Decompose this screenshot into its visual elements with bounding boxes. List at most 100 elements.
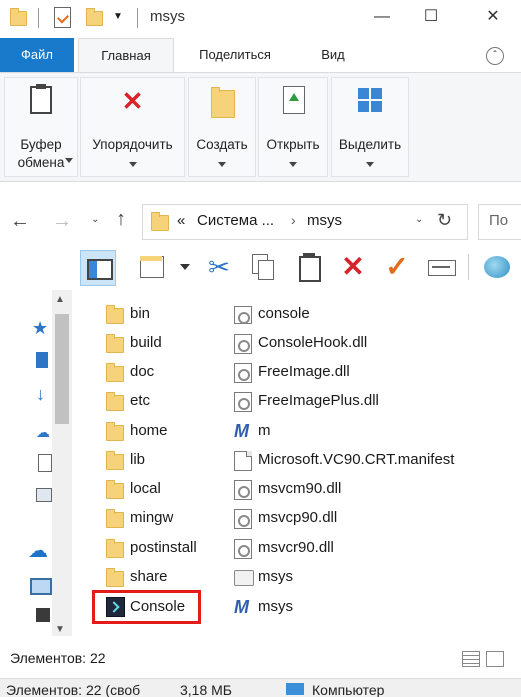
tab-share[interactable]: Поделиться [180,38,290,72]
preview-pane-icon[interactable] [80,250,116,286]
folder-icon [106,568,124,587]
download-arrow-icon[interactable]: ↓ [36,384,45,405]
folder-icon [106,451,124,470]
scrollbar-thumb[interactable] [55,314,69,424]
list-item-file[interactable]: console [234,299,494,328]
item-name: mingw [130,509,174,526]
folder-icon [106,509,124,528]
item-name: Microsoft.VC90.CRT.manifest [258,451,455,468]
list-item-folder[interactable]: bin [106,299,216,328]
item-name: local [130,480,161,497]
tab-file[interactable]: Файл [0,38,74,72]
rename-check-icon[interactable]: ✓ [380,250,414,284]
clipboard-icon [30,84,52,114]
ribbon-tabs: Файл Главная Поделиться Вид ˆ [0,38,521,74]
list-item-folder[interactable]: doc [106,357,216,386]
search-input[interactable]: По [478,204,521,240]
forward-arrow-icon[interactable]: → [52,210,72,233]
list-item-file[interactable]: FreeImage.dll [234,357,494,386]
refresh-icon[interactable]: ↻ [437,210,452,231]
tab-view[interactable]: Вид [300,38,366,72]
maximize-button[interactable]: ☐ [408,0,454,34]
minimize-button[interactable]: — [359,0,405,34]
item-name: FreeImagePlus.dll [258,392,379,409]
computer-icon[interactable] [30,578,52,595]
select-group[interactable]: Выделить [331,77,409,177]
scroll-down-arrow[interactable]: ▼ [55,624,65,635]
folder-icon[interactable] [10,8,27,26]
list-item-file[interactable]: msvcm90.dll [234,474,494,503]
list-item-folder[interactable]: local [106,474,216,503]
tab-home[interactable]: Главная [78,38,174,74]
item-name: msvcr90.dll [258,539,334,556]
list-item-file[interactable]: ConsoleHook.dll [234,328,494,357]
open-group[interactable]: Открыть [258,77,328,177]
list-item-folder[interactable]: share [106,562,216,591]
rename-box-icon[interactable] [424,250,458,284]
computer-icon [286,683,304,695]
chevron-up-icon[interactable]: ˆ [486,47,504,65]
large-icons-view-icon[interactable] [486,651,504,667]
list-item-file[interactable]: msys [234,562,494,591]
folder-icon [106,480,124,499]
item-name: console [258,305,310,322]
list-item-file[interactable]: msvcp90.dll [234,503,494,532]
up-arrow-icon[interactable]: ↑ [116,208,126,231]
item-name: share [130,568,168,585]
breadcrumb-segment[interactable]: msys [307,212,342,229]
list-item-file[interactable]: Microsoft.VC90.CRT.manifest [234,445,494,474]
item-name: msvcm90.dll [258,480,342,497]
item-name: build [130,334,162,351]
image-icon[interactable] [36,488,52,502]
search-placeholder: По [489,212,509,229]
bottom-status-strip: Элементов: 22 (своб 3,18 МБ Компьютер [0,678,521,697]
copy-icon[interactable] [246,250,280,284]
shell-icon[interactable] [482,250,516,284]
cloud-icon[interactable]: ☁ [36,424,50,441]
onedrive-cloud-icon[interactable]: ☁ [28,538,48,563]
delete-x-icon[interactable]: ✕ [336,250,370,284]
clipboard-group[interactable]: Буфер обмена [4,77,78,177]
video-icon[interactable] [36,608,50,622]
breadcrumb-overflow[interactable]: « [177,212,185,229]
document-icon[interactable] [38,454,52,472]
breadcrumb-segment[interactable]: Система ... [197,212,274,229]
group-label: Выделить [338,137,402,152]
chevron-down-icon [65,158,73,163]
properties-icon[interactable] [54,7,71,28]
close-button[interactable]: ✕ [470,0,516,34]
item-name: ConsoleHook.dll [258,334,368,351]
list-item-file[interactable]: FreeImagePlus.dll [234,386,494,415]
list-item-folder[interactable]: etc [106,386,216,415]
dll-file-icon [234,334,252,354]
pin-star-icon[interactable]: ★ [32,318,48,339]
details-view-icon[interactable] [462,651,480,667]
paste-icon[interactable] [292,250,326,284]
address-bar[interactable]: « Система ... › msys ⌄ ↻ [142,204,468,240]
chevron-down-icon[interactable]: ⌄ [415,214,423,225]
list-item-folder[interactable]: postinstall [106,533,216,562]
list-item-folder[interactable]: build [106,328,216,357]
list-item-folder[interactable]: mingw [106,503,216,532]
new-folder-icon[interactable] [86,8,103,26]
folder-icon [106,539,124,558]
list-item-file[interactable]: M m [234,416,494,445]
group-label: Создать [196,137,248,152]
chevron-down-icon[interactable]: ⌄ [91,214,99,225]
list-item-folder[interactable]: lib [106,445,216,474]
desktop-icon[interactable] [36,352,48,368]
properties-icon[interactable] [136,250,170,284]
list-item-folder[interactable]: home [106,416,216,445]
dll-file-icon [234,480,252,500]
chevron-down-icon[interactable]: ▼ [113,12,123,22]
scroll-up-arrow[interactable]: ▲ [55,294,65,305]
list-item-file[interactable]: msvcr90.dll [234,533,494,562]
back-arrow-icon[interactable]: ← [10,210,30,233]
open-properties-icon [283,86,305,114]
chevron-down-icon[interactable] [180,264,190,270]
list-item-file[interactable]: M msys [234,592,494,621]
organize-group[interactable]: ✕ Упорядочить [80,77,185,177]
create-group[interactable]: Создать [188,77,256,177]
cut-scissors-icon[interactable]: ✂ [202,250,236,284]
window-title: msys [150,8,185,25]
